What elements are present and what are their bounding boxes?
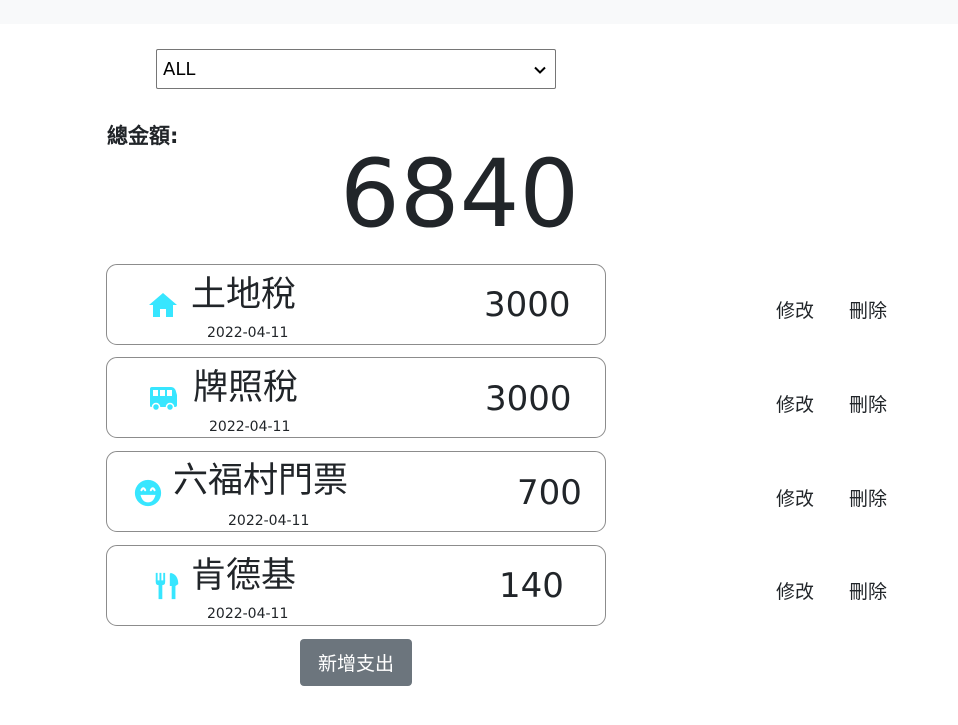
expense-amount: 700 [517,473,582,513]
delete-button[interactable]: 刪除 [849,487,887,511]
category-filter-select[interactable]: ALL [156,49,556,89]
expense-date: 2022-04-11 [207,325,289,341]
expense-date: 2022-04-11 [207,606,289,622]
expense-name: 六福村門票 [173,461,349,501]
bus-icon [147,382,179,414]
expense-date: 2022-04-11 [228,513,310,529]
edit-button[interactable]: 修改 [776,299,814,323]
expense-name: 牌照稅 [193,368,299,408]
home-icon [147,289,179,321]
edit-button[interactable]: 修改 [776,393,814,417]
expense-card: 肯德基 2022-04-11 140 [106,545,606,626]
expense-card: 土地稅 2022-04-11 3000 [106,264,606,345]
edit-button[interactable]: 修改 [776,580,814,604]
expense-card: 六福村門票 2022-04-11 700 [106,451,606,532]
expense-amount: 3000 [485,379,572,419]
smile-icon [133,478,163,508]
delete-button[interactable]: 刪除 [849,580,887,604]
top-bar [0,0,958,24]
expense-amount: 140 [499,566,564,606]
add-expense-button[interactable]: 新增支出 [300,639,412,686]
utensils-icon [153,571,181,601]
edit-button[interactable]: 修改 [776,487,814,511]
expense-amount: 3000 [484,285,571,325]
delete-button[interactable]: 刪除 [849,393,887,417]
total-label: 總金額: [107,124,179,148]
expense-name: 土地稅 [191,275,297,315]
chevron-down-icon [533,62,547,76]
delete-button[interactable]: 刪除 [849,299,887,323]
total-amount: 6840 [340,140,580,249]
category-filter-value: ALL [163,58,196,80]
expense-card: 牌照稅 2022-04-11 3000 [106,357,606,438]
expense-date: 2022-04-11 [209,419,291,435]
expense-name: 肯德基 [191,556,297,596]
